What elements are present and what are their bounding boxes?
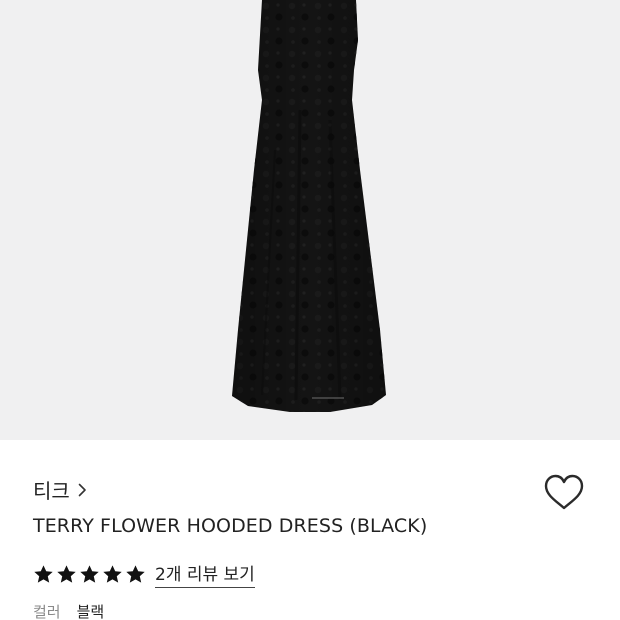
star-filled-icon: [126, 564, 145, 583]
color-option-row: 컬러 블랙: [33, 605, 104, 620]
product-title: TERRY FLOWER HOODED DRESS (BLACK): [33, 515, 428, 537]
brand-name: 티크: [33, 479, 70, 503]
product-info-panel: 티크 TERRY FLOWER HOODED DRESS (BLACK) 2개 …: [0, 440, 620, 620]
star-filled-icon: [57, 564, 76, 583]
product-image[interactable]: [0, 0, 620, 440]
product-detail-page: 티크 TERRY FLOWER HOODED DRESS (BLACK) 2개 …: [0, 0, 620, 620]
star-filled-icon: [103, 564, 122, 583]
color-label: 컬러: [33, 603, 61, 620]
color-value: 블랙: [76, 603, 105, 620]
dress-photo: [232, 0, 386, 412]
rating-row: 2개 리뷰 보기: [33, 560, 255, 588]
star-filled-icon: [80, 564, 99, 583]
reviews-link[interactable]: 2개 리뷰 보기: [155, 560, 255, 588]
star-filled-icon: [34, 564, 53, 583]
star-rating: [33, 564, 146, 585]
chevron-right-icon: [78, 483, 86, 496]
brand-link[interactable]: 티크: [33, 475, 87, 504]
heart-outline-icon[interactable]: [543, 473, 585, 513]
